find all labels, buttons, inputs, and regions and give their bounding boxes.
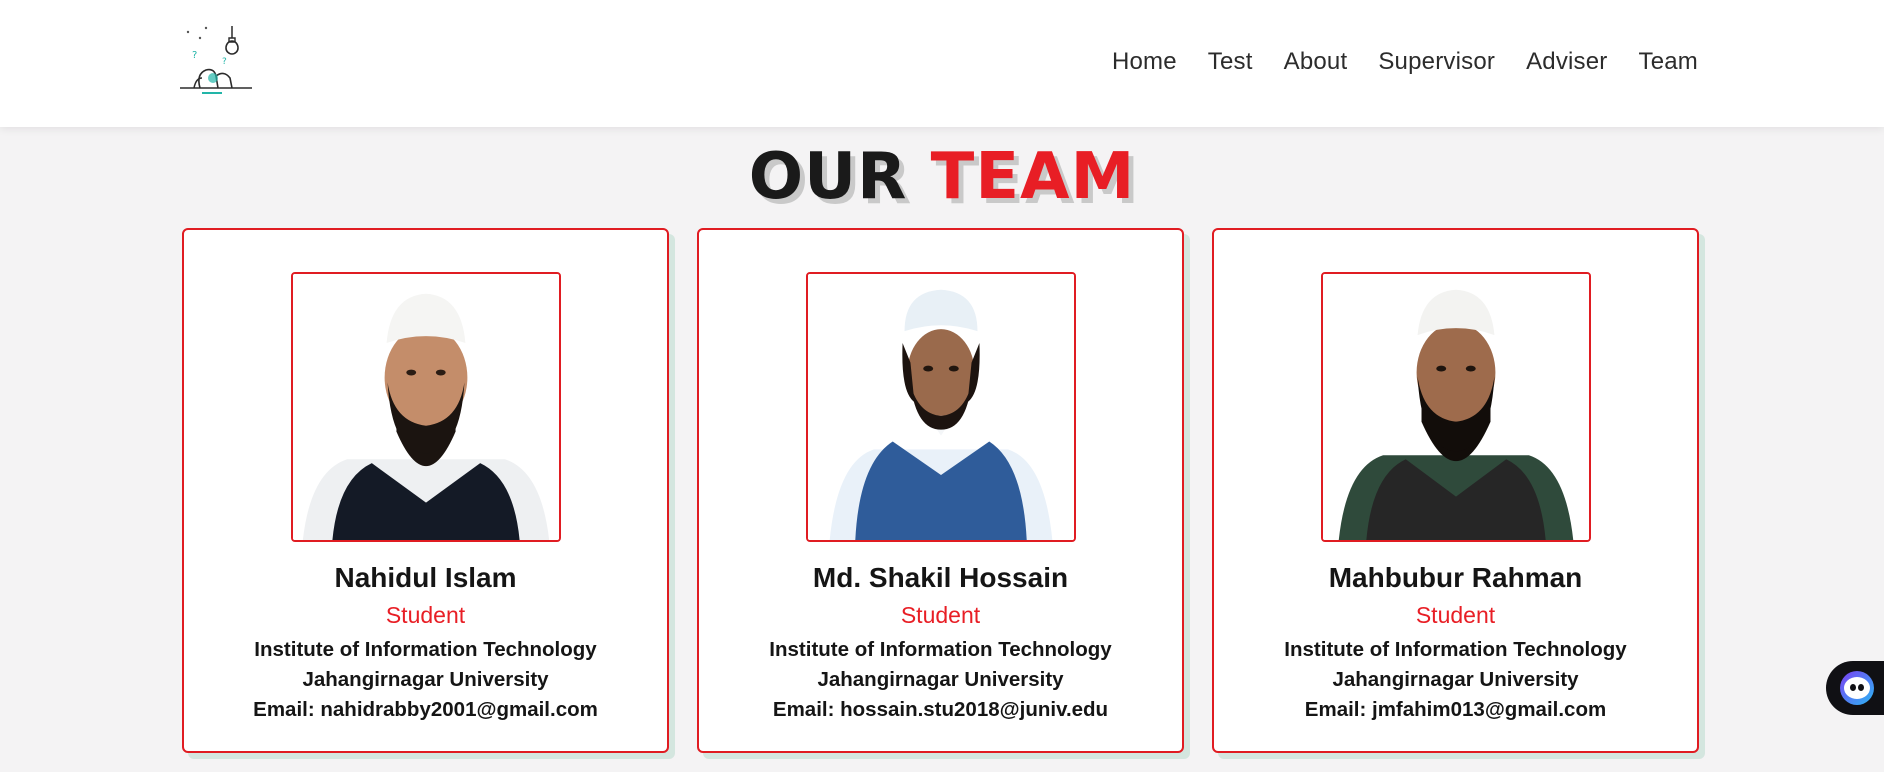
member-photo	[1321, 272, 1591, 542]
member-email: Email: hossain.stu2018@juniv.edu	[772, 698, 1109, 721]
team-card: Mahbubur Rahman Student Institute of Inf…	[1212, 228, 1699, 753]
nav-home[interactable]: Home	[1112, 48, 1177, 76]
team-cards: Nahidul Islam Student Institute of Infor…	[182, 228, 1699, 753]
lightbulb-logo-icon: ? ?	[180, 26, 252, 94]
person-portrait-icon	[1323, 274, 1589, 540]
member-institute: Institute of Information Technology	[254, 638, 597, 661]
member-university: Jahangirnagar University	[1332, 668, 1579, 691]
nav-supervisor[interactable]: Supervisor	[1378, 48, 1495, 76]
member-university: Jahangirnagar University	[817, 668, 1064, 691]
section-title-our: OUR	[748, 140, 908, 214]
main-nav: Home Test About Supervisor Adviser Team	[1112, 48, 1698, 76]
member-name: Mahbubur Rahman	[1328, 562, 1583, 593]
member-email: Email: nahidrabby2001@gmail.com	[253, 698, 598, 721]
nav-adviser[interactable]: Adviser	[1526, 48, 1607, 76]
nav-team[interactable]: Team	[1639, 48, 1699, 76]
member-role: Student	[900, 602, 981, 628]
nav-about[interactable]: About	[1284, 48, 1348, 76]
person-portrait-icon	[808, 274, 1074, 540]
member-institute: Institute of Information Technology	[1284, 638, 1627, 661]
person-portrait-icon	[293, 274, 559, 540]
member-info: Nahidul Islam Student Institute of Infor…	[184, 562, 667, 725]
team-card: Md. Shakil Hossain Student Institute of …	[697, 228, 1184, 753]
member-photo	[806, 272, 1076, 542]
section-title: OUR TEAM	[0, 140, 1884, 214]
chat-bot-icon	[1840, 671, 1874, 705]
member-institute: Institute of Information Technology	[769, 638, 1112, 661]
svg-text:?: ?	[222, 57, 227, 67]
svg-text:?: ?	[192, 50, 197, 61]
chat-widget-button[interactable]	[1826, 661, 1884, 715]
nav-test[interactable]: Test	[1208, 48, 1253, 76]
member-university: Jahangirnagar University	[302, 668, 549, 691]
member-name: Nahidul Islam	[334, 562, 517, 593]
team-card: Nahidul Islam Student Institute of Infor…	[182, 228, 669, 753]
member-photo	[291, 272, 561, 542]
member-role: Student	[385, 602, 466, 628]
member-info: Mahbubur Rahman Student Institute of Inf…	[1214, 562, 1697, 725]
member-name: Md. Shakil Hossain	[812, 562, 1069, 593]
member-role: Student	[1415, 602, 1496, 628]
navbar: ? ? Home Test About Supervisor Adviser T…	[0, 0, 1884, 127]
member-email: Email: jmfahim013@gmail.com	[1304, 698, 1607, 721]
member-info: Md. Shakil Hossain Student Institute of …	[699, 562, 1182, 725]
section-title-team: TEAM	[930, 140, 1136, 214]
site-logo[interactable]: ? ?	[178, 24, 254, 96]
